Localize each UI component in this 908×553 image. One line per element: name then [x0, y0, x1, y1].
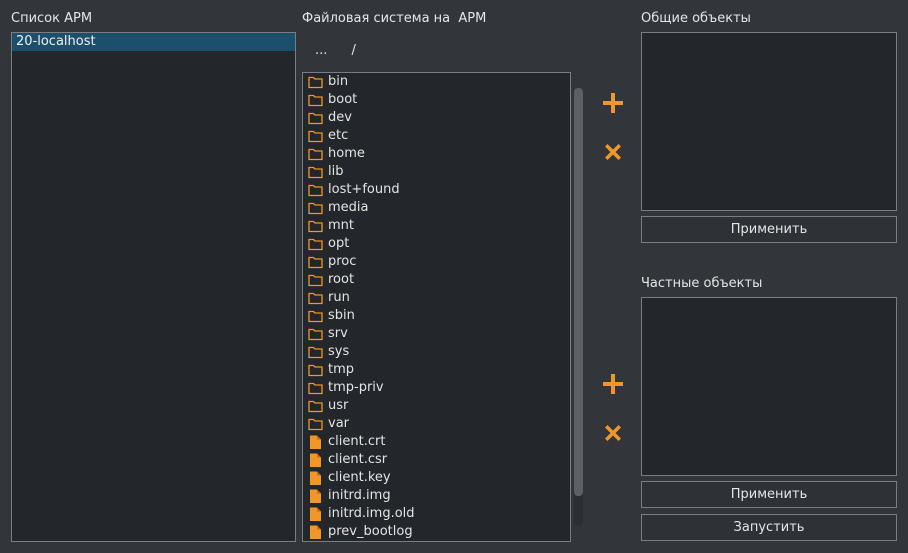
file-row[interactable]: client.csr: [303, 451, 570, 469]
run-button[interactable]: Запустить: [641, 514, 897, 541]
entry-name: var: [328, 416, 350, 431]
folder-row[interactable]: proc: [303, 253, 570, 271]
folder-icon: [308, 381, 323, 395]
entry-name: sbin: [328, 308, 355, 323]
file-row[interactable]: initrd.img: [303, 487, 570, 505]
folder-row[interactable]: lib: [303, 163, 570, 181]
common-objects-title: Общие объекты: [641, 11, 751, 26]
folder-row[interactable]: mnt: [303, 217, 570, 235]
folder-icon: [308, 165, 323, 179]
add-common-plus-icon[interactable]: [601, 91, 625, 115]
folder-icon: [308, 273, 323, 287]
folder-icon: [308, 201, 323, 215]
folder-row[interactable]: lost+found: [303, 181, 570, 199]
folder-icon: [308, 291, 323, 305]
file-icon: [308, 489, 323, 503]
private-objects-list[interactable]: [641, 297, 897, 476]
folder-icon: [308, 129, 323, 143]
entry-name: dev: [328, 110, 352, 125]
folder-row[interactable]: home: [303, 145, 570, 163]
add-private-plus-icon[interactable]: [601, 372, 625, 396]
entry-name: tmp: [328, 362, 355, 377]
folder-row[interactable]: etc: [303, 127, 570, 145]
folder-icon: [308, 219, 323, 233]
folder-row[interactable]: srv: [303, 325, 570, 343]
entry-name: run: [328, 290, 350, 305]
nav-up-button[interactable]: ...: [315, 43, 327, 58]
filesystem-list[interactable]: bin boot dev etc home lib lost+found media mnt op…: [302, 72, 571, 542]
entry-name: root: [328, 272, 355, 287]
entry-name: client.csr: [328, 452, 388, 467]
folder-row[interactable]: dev: [303, 109, 570, 127]
file-row[interactable]: prev_bootlog: [303, 523, 570, 541]
remove-private-x-icon[interactable]: [601, 421, 625, 445]
workstations-title: Список АРМ: [11, 11, 93, 26]
entry-name: mnt: [328, 218, 354, 233]
entry-name: initrd.img.old: [328, 506, 415, 521]
file-icon: [308, 453, 323, 467]
entry-name: media: [328, 200, 369, 215]
apply-common-button[interactable]: Применить: [641, 216, 897, 243]
folder-row[interactable]: bin: [303, 73, 570, 91]
folder-row[interactable]: var: [303, 415, 570, 433]
filesystem-title: Файловая система на АРМ: [302, 11, 487, 26]
entry-name: prev_bootlog: [328, 524, 413, 539]
folder-icon: [308, 327, 323, 341]
file-icon: [308, 435, 323, 449]
file-icon: [308, 471, 323, 485]
folder-row[interactable]: tmp-priv: [303, 379, 570, 397]
folder-icon: [308, 255, 323, 269]
folder-icon: [308, 75, 323, 89]
entry-name: usr: [328, 398, 349, 413]
scrollbar-thumb[interactable]: [574, 88, 583, 496]
folder-icon: [308, 183, 323, 197]
path-bar: ... /: [315, 43, 356, 58]
entry-name: etc: [328, 128, 349, 143]
folder-icon: [308, 93, 323, 107]
entry-name: tmp-priv: [328, 380, 384, 395]
folder-icon: [308, 363, 323, 377]
file-row[interactable]: initrd.img.old: [303, 505, 570, 523]
folder-icon: [308, 111, 323, 125]
folder-icon: [308, 309, 323, 323]
entry-name: sys: [328, 344, 350, 359]
folder-row[interactable]: tmp: [303, 361, 570, 379]
folder-row[interactable]: root: [303, 271, 570, 289]
private-objects-title: Частные объекты: [641, 276, 763, 291]
workstation-item[interactable]: 20-localhost: [12, 33, 295, 51]
remove-common-x-icon[interactable]: [601, 140, 625, 164]
current-path[interactable]: /: [352, 43, 356, 58]
entry-name: home: [328, 146, 365, 161]
file-icon: [308, 525, 323, 539]
entry-name: boot: [328, 92, 358, 107]
entry-name: opt: [328, 236, 350, 251]
folder-icon: [308, 237, 323, 251]
folder-row[interactable]: opt: [303, 235, 570, 253]
folder-icon: [308, 345, 323, 359]
entry-name: lib: [328, 164, 344, 179]
folder-icon: [308, 147, 323, 161]
entry-name: srv: [328, 326, 348, 341]
folder-row[interactable]: sys: [303, 343, 570, 361]
workstations-list[interactable]: 20-localhost: [11, 32, 296, 542]
file-row[interactable]: client.crt: [303, 433, 570, 451]
folder-row[interactable]: boot: [303, 91, 570, 109]
file-icon: [308, 507, 323, 521]
apply-private-button[interactable]: Применить: [641, 481, 897, 508]
entry-name: client.key: [328, 470, 391, 485]
entry-name: lost+found: [328, 182, 400, 197]
folder-row[interactable]: usr: [303, 397, 570, 415]
entry-name: client.crt: [328, 434, 386, 449]
entry-name: proc: [328, 254, 357, 269]
entry-name: initrd.img: [328, 488, 391, 503]
folder-row[interactable]: media: [303, 199, 570, 217]
folder-row[interactable]: sbin: [303, 307, 570, 325]
entry-name: bin: [328, 74, 349, 89]
folder-icon: [308, 399, 323, 413]
folder-row[interactable]: run: [303, 289, 570, 307]
common-objects-list[interactable]: [641, 32, 897, 211]
folder-icon: [308, 417, 323, 431]
file-row[interactable]: client.key: [303, 469, 570, 487]
